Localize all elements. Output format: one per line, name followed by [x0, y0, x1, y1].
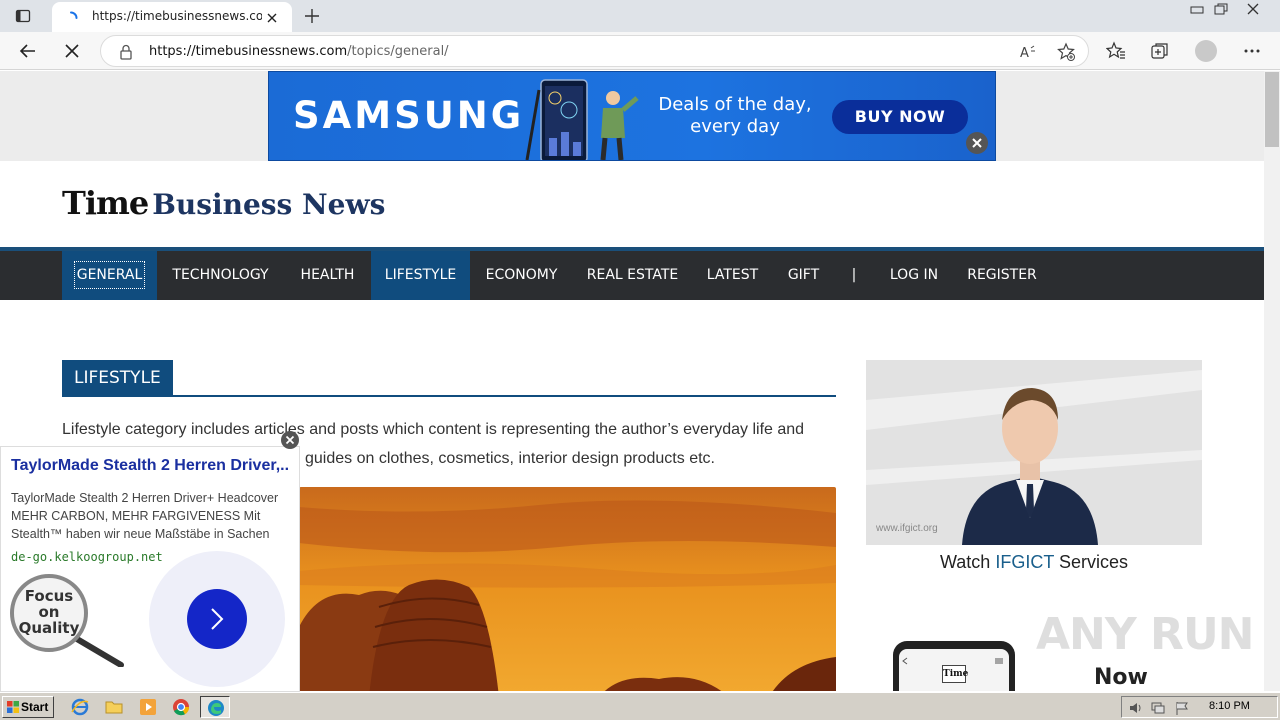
start-button[interactable]: Start	[2, 696, 54, 718]
popup-close-icon[interactable]	[281, 431, 299, 449]
windows-flag-icon	[7, 701, 19, 713]
page-scrollbar[interactable]	[1264, 71, 1280, 691]
add-favorite-icon[interactable]	[1056, 42, 1076, 62]
windows-taskbar: Start 8:10 PM	[0, 692, 1280, 720]
featured-article-image[interactable]	[299, 487, 836, 691]
network-icon[interactable]	[1150, 700, 1166, 716]
popup-ad-url[interactable]: de-go.kelkoogroup.net	[11, 550, 163, 564]
browser-tab-bar: https://timebusinessnews.com/	[0, 0, 1280, 32]
url-text[interactable]: https://timebusinessnews.com/topics/gene…	[149, 44, 449, 59]
magnifier-icon: Focus on Quality	[10, 574, 124, 667]
presenter-illustration	[866, 360, 1202, 545]
nav-general[interactable]: GENERAL	[62, 251, 157, 300]
tab-title: https://timebusinessnews.com/	[92, 9, 262, 23]
section-title: LIFESTYLE	[62, 360, 173, 396]
site-logo[interactable]: Time Business News	[62, 184, 385, 222]
video-watermark: www.ifgict.org	[876, 523, 938, 534]
anyrun-watermark: ANY RUN	[1036, 609, 1254, 660]
nav-separator: |	[851, 267, 857, 283]
popup-ad[interactable]: TaylorMade Stealth 2 Herren Driver,.. Ta…	[0, 446, 300, 692]
phone-logo: Time	[942, 665, 968, 683]
browser-tab[interactable]: https://timebusinessnews.com/	[52, 2, 292, 32]
main-nav: GENERAL TECHNOLOGY HEALTH LIFESTYLE ECON…	[0, 251, 1264, 300]
close-window-icon[interactable]	[1240, 0, 1266, 18]
volume-icon[interactable]	[1128, 700, 1144, 716]
favorites-icon[interactable]	[1105, 41, 1126, 61]
chrome-icon[interactable]	[171, 697, 191, 717]
sidebar-caption: Watch IFGICT Services	[939, 552, 1129, 572]
svg-text:A: A	[1020, 46, 1029, 61]
close-tab-icon[interactable]	[265, 10, 279, 24]
profile-avatar[interactable]	[1195, 40, 1217, 62]
lock-icon[interactable]	[119, 44, 133, 60]
nav-lifestyle[interactable]: LIFESTYLE	[371, 251, 470, 300]
nav-economy[interactable]: ECONOMY	[470, 251, 573, 300]
nav-gift[interactable]: GIFT	[773, 251, 834, 300]
nav-latest[interactable]: LATEST	[692, 251, 773, 300]
new-tab-icon[interactable]	[303, 7, 321, 25]
samsung-logo: SAMSUNG	[293, 94, 525, 137]
ad-phone-illustration	[525, 79, 639, 160]
sidebar-phone-ad[interactable]: Time	[893, 641, 1015, 691]
nav-real-estate[interactable]: REAL ESTATE	[573, 251, 692, 300]
restore-icon[interactable]	[1208, 0, 1234, 18]
tab-actions-icon[interactable]	[14, 7, 32, 25]
explorer-folder-icon[interactable]	[104, 697, 124, 717]
nav-health[interactable]: HEALTH	[284, 251, 371, 300]
system-clock[interactable]: 8:10 PM	[1209, 700, 1250, 712]
address-bar[interactable]: https://timebusinessnews.com/topics/gene…	[100, 35, 1089, 67]
browser-toolbar: https://timebusinessnews.com/topics/gene…	[0, 32, 1280, 70]
media-player-icon[interactable]	[138, 697, 158, 717]
stop-loading-icon[interactable]	[62, 41, 82, 61]
loading-spinner-icon	[64, 10, 78, 24]
section-header: LIFESTYLE	[62, 360, 836, 397]
more-options-icon[interactable]	[1242, 41, 1262, 61]
edge-icon	[208, 700, 224, 716]
edge-taskbar-button[interactable]	[200, 696, 230, 718]
start-label: Start	[21, 700, 49, 714]
popup-next-button[interactable]	[187, 589, 247, 649]
back-arrow-icon[interactable]	[18, 41, 38, 61]
ie-icon[interactable]	[70, 697, 90, 717]
nav-technology[interactable]: TECHNOLOGY	[157, 251, 284, 300]
phone-statusbar	[897, 651, 1011, 665]
lens-text-3: Quality	[19, 619, 80, 637]
collections-icon[interactable]	[1150, 41, 1170, 61]
now-label: Now	[1094, 665, 1148, 690]
read-aloud-icon[interactable]: A	[1019, 42, 1039, 62]
nav-register[interactable]: REGISTER	[954, 251, 1050, 300]
popup-ad-title[interactable]: TaylorMade Stealth 2 Herren Driver,..	[11, 457, 303, 475]
scrollbar-thumb[interactable]	[1265, 72, 1279, 147]
minimize-icon[interactable]	[1184, 0, 1210, 18]
popup-ad-text: TaylorMade Stealth 2 Herren Driver+ Head…	[11, 491, 279, 541]
ad-slogan: Deals of the day, every day	[658, 94, 812, 137]
sidebar-video-ad[interactable]: www.ifgict.org	[866, 360, 1202, 545]
samsung-banner-ad[interactable]: SAMSUNG Deals of the day, every day BUY …	[268, 71, 996, 161]
buy-now-button[interactable]: BUY NOW	[832, 100, 968, 134]
system-tray	[1121, 696, 1278, 718]
flag-notification-icon[interactable]	[1174, 700, 1190, 716]
ad-close-icon[interactable]	[966, 132, 988, 154]
nav-login[interactable]: LOG IN	[874, 251, 954, 300]
